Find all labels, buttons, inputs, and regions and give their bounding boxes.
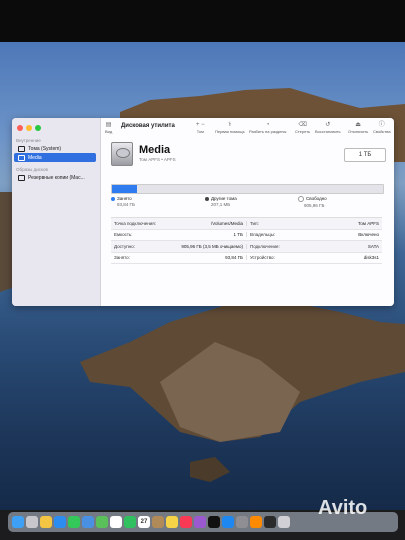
podcasts-icon[interactable] — [194, 516, 206, 528]
first-aid-button[interactable]: ⚕ Первая помощь — [215, 121, 245, 134]
info-button[interactable]: ⓘ Свойства — [373, 121, 391, 134]
other-dot-icon — [205, 196, 209, 201]
drive-icon — [111, 142, 133, 166]
contacts-icon[interactable] — [152, 516, 164, 528]
photo-top-area — [0, 0, 405, 42]
legend-free: Свободно 905,96 ГБ — [298, 196, 327, 208]
sidebar-item-label: Media — [28, 154, 42, 161]
used-dot-icon — [111, 196, 115, 201]
mail-icon[interactable] — [82, 516, 94, 528]
window-controls — [17, 125, 41, 131]
sidebar-item-label: Тома (System) — [28, 145, 62, 152]
stethoscope-icon: ⚕ — [228, 122, 232, 128]
erase-icon: ⌫ — [298, 122, 307, 128]
legend-other: Другие тома 207,1 МБ — [205, 196, 237, 207]
sidebar-section-internal: Внутренние — [16, 138, 41, 143]
partition-button[interactable]: ◔ Разбить на разделы — [249, 121, 286, 134]
volume-name: Media — [139, 144, 171, 156]
capacity-badge: 1 ТБ — [344, 148, 386, 162]
zoom-button[interactable] — [35, 125, 41, 131]
volume-icon — [18, 145, 25, 152]
volume-subtitle: Том APFS • APFS — [139, 157, 176, 162]
calendar-icon[interactable]: 27 — [138, 516, 150, 528]
volume-icon — [18, 154, 25, 161]
appstore-icon[interactable] — [222, 516, 234, 528]
toolbar: ▤ Вид Дисковая утилита + − Том ⚕ Первая … — [101, 118, 394, 136]
sidebar-section-images: Образы дисков — [16, 167, 48, 172]
facetime-icon[interactable] — [124, 516, 136, 528]
messages-icon[interactable] — [68, 516, 80, 528]
chrome-icon[interactable] — [40, 516, 52, 528]
safari-icon[interactable] — [54, 516, 66, 528]
usage-bar — [111, 184, 384, 194]
view-button[interactable]: ▤ Вид — [105, 121, 112, 134]
launchpad-icon[interactable] — [26, 516, 38, 528]
settings-icon[interactable] — [236, 516, 248, 528]
sidebar-item-label: Резервные копии (Mac... — [28, 174, 85, 181]
vpn-icon[interactable] — [264, 516, 276, 528]
erase-button[interactable]: ⌫ Стереть — [295, 121, 310, 134]
volume-icon — [18, 174, 25, 181]
disk-utility-window: Внутренние Тома (System) Media Образы ди… — [12, 118, 394, 306]
table-row: Доступно: 905,96 ГБ (3,5 МБ очищаемо) По… — [111, 241, 382, 253]
unmount-button[interactable]: ⏏ Отключить — [348, 121, 368, 134]
sidebar-item-media[interactable]: Media — [14, 153, 96, 162]
minimize-button[interactable] — [26, 125, 32, 131]
photos-icon[interactable] — [110, 516, 122, 528]
notes-icon[interactable] — [166, 516, 178, 528]
info-table: Точка подключения: /Volumes/Media Тип: Т… — [111, 217, 382, 264]
sidebar-item-system[interactable]: Тома (System) — [14, 144, 96, 153]
eject-icon: ⏏ — [355, 122, 361, 128]
legend-used: Занято 93,84 ГБ — [111, 196, 135, 207]
partition-icon: ◔ — [265, 122, 270, 128]
table-row: Занято: 93,84 ГБ Устройство: disk3s1 — [111, 253, 382, 264]
maps-icon[interactable] — [96, 516, 108, 528]
appletv-icon[interactable] — [208, 516, 220, 528]
sidebar-toggle-icon: ▤ — [105, 122, 112, 128]
restore-button[interactable]: ↺ Восстановить — [315, 121, 341, 134]
finder-icon[interactable] — [12, 516, 24, 528]
free-dot-icon — [298, 196, 304, 202]
main-content: ▤ Вид Дисковая утилита + − Том ⚕ Первая … — [101, 118, 394, 306]
avito-watermark: Avito — [318, 497, 368, 519]
table-row: Емкость: 1 ТБ Владельцы: Включено — [111, 230, 382, 241]
trash-icon[interactable] — [278, 516, 290, 528]
music-icon[interactable] — [180, 516, 192, 528]
volume-button[interactable]: + − Том — [196, 121, 205, 134]
sidebar: Внутренние Тома (System) Media Образы ди… — [12, 118, 101, 306]
usage-bar-used — [112, 185, 138, 193]
app-title: Дисковая утилита — [121, 123, 175, 129]
plus-minus-icon: + − — [196, 122, 205, 128]
info-icon: ⓘ — [378, 122, 385, 128]
sidebar-item-backups[interactable]: Резервные копии (Mac... — [14, 173, 96, 182]
table-row: Точка подключения: /Volumes/Media Тип: Т… — [111, 218, 382, 230]
restore-icon: ↺ — [325, 122, 331, 128]
vlc-icon[interactable] — [250, 516, 262, 528]
calendar-day: 27 — [140, 519, 148, 525]
close-button[interactable] — [17, 125, 23, 131]
